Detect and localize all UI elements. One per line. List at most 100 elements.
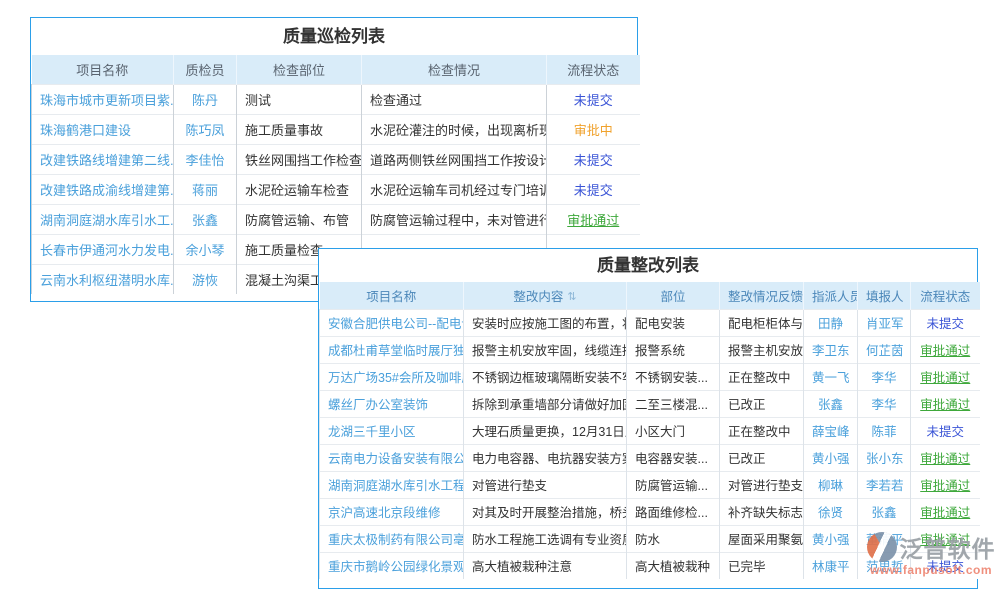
project-link[interactable]: 长春市伊通河水力发电... [32, 234, 174, 264]
project-link[interactable]: 珠海鹤港口建设 [32, 114, 174, 144]
feedback-cell: 正在整改中 [720, 417, 804, 444]
reporter-name[interactable]: 肖亚军 [858, 309, 911, 336]
status-badge[interactable]: 未提交 [911, 417, 980, 444]
assignee-name[interactable]: 李卫东 [804, 336, 858, 363]
column-header: 流程状态 [911, 282, 980, 309]
part-cell: 防腐管运输... [627, 471, 720, 498]
status-badge[interactable]: 未提交 [547, 144, 640, 174]
project-link[interactable]: 万达广场35#会所及咖啡厅空... [320, 363, 464, 390]
assignee-name[interactable]: 黄小强 [804, 444, 858, 471]
table-row: 安徽合肥供电公司--配电设备...安装时应按施工图的布置，将...配电安装配电柜… [320, 309, 980, 336]
reporter-name[interactable]: 李若若 [858, 471, 911, 498]
content-cell: 拆除到承重墙部分请做好加固... [464, 390, 627, 417]
part-cell: 防水 [627, 525, 720, 552]
table-row: 京沪高速北京段维修对其及时开展整治措施，桥头...路面维修检...补齐缺失标志.… [320, 498, 980, 525]
part-cell: 高大植被栽种 [627, 552, 720, 579]
project-link[interactable]: 湖南洞庭湖水库引水工... [32, 204, 174, 234]
project-link[interactable]: 京沪高速北京段维修 [320, 498, 464, 525]
inspector-name[interactable]: 余小琴 [174, 234, 237, 264]
project-link[interactable]: 重庆太极制药有限公司亳州中... [320, 525, 464, 552]
inspection-table-title: 质量巡检列表 [31, 18, 637, 55]
feedback-cell: 报警主机安放... [720, 336, 804, 363]
status-badge[interactable]: 审批通过 [911, 498, 980, 525]
inspector-name[interactable]: 李佳怡 [174, 144, 237, 174]
status-badge[interactable]: 未提交 [547, 84, 640, 114]
column-header: 质检员 [174, 55, 237, 84]
part-cell: 铁丝网围挡工作检查 [237, 144, 362, 174]
reporter-name[interactable]: 张小东 [858, 444, 911, 471]
part-cell: 小区大门 [627, 417, 720, 444]
part-cell: 施工质量事故 [237, 114, 362, 144]
assignee-name[interactable]: 柳琳 [804, 471, 858, 498]
assignee-name[interactable]: 林康平 [804, 552, 858, 579]
assignee-name[interactable]: 黄一飞 [804, 363, 858, 390]
rectify-table-title: 质量整改列表 [319, 249, 977, 282]
inspector-name[interactable]: 陈巧凤 [174, 114, 237, 144]
reporter-name[interactable]: 董清平 [858, 525, 911, 552]
project-link[interactable]: 湖南洞庭湖水库引水工程施工标 [320, 471, 464, 498]
assignee-name[interactable]: 田静 [804, 309, 858, 336]
part-cell: 电容器安装... [627, 444, 720, 471]
feedback-cell: 已改正 [720, 444, 804, 471]
column-header-label: 检查情况 [428, 63, 480, 78]
status-badge[interactable]: 未提交 [911, 309, 980, 336]
inspector-name[interactable]: 陈丹 [174, 84, 237, 114]
project-link[interactable]: 改建铁路成渝线增建第... [32, 174, 174, 204]
status-badge[interactable]: 审批通过 [911, 390, 980, 417]
project-link[interactable]: 云南电力设备安装有限公司20... [320, 444, 464, 471]
status-badge[interactable]: 审批中 [547, 114, 640, 144]
column-header: 整改情况反馈 [720, 282, 804, 309]
project-link[interactable]: 云南水利枢纽潜明水库... [32, 264, 174, 294]
column-header-label: 检查部位 [273, 63, 325, 78]
content-cell: 报警主机安放牢固，线缆连接... [464, 336, 627, 363]
table-row: 龙湖三千里小区大理石质量更换，12月31日之...小区大门正在整改中薛宝峰陈菲未… [320, 417, 980, 444]
reporter-name[interactable]: 李华 [858, 390, 911, 417]
status-badge[interactable]: 审批通过 [911, 363, 980, 390]
part-cell: 报警系统 [627, 336, 720, 363]
project-link[interactable]: 安徽合肥供电公司--配电设备... [320, 309, 464, 336]
reporter-name[interactable]: 陈菲 [858, 417, 911, 444]
situation-cell: 水泥砼灌注的时候，出现离析现象 [362, 114, 547, 144]
assignee-name[interactable]: 黄小强 [804, 525, 858, 552]
reporter-name[interactable]: 范思哲 [858, 552, 911, 579]
column-header-label: 项目名称 [76, 63, 128, 78]
inspector-name[interactable]: 张鑫 [174, 204, 237, 234]
status-badge[interactable]: 审批通过 [911, 336, 980, 363]
status-badge[interactable]: 审批通过 [547, 204, 640, 234]
column-header[interactable]: 整改内容⇅ [464, 282, 627, 309]
feedback-cell: 已改正 [720, 390, 804, 417]
project-link[interactable]: 珠海市城市更新项目紫... [32, 84, 174, 114]
sort-icon[interactable]: ⇅ [567, 291, 576, 303]
assignee-name[interactable]: 徐贤 [804, 498, 858, 525]
table-row: 湖南洞庭湖水库引水工程施工标对管进行垫支防腐管运输...对管进行垫支柳琳李若若审… [320, 471, 980, 498]
project-link[interactable]: 龙湖三千里小区 [320, 417, 464, 444]
feedback-cell: 已完毕 [720, 552, 804, 579]
status-badge[interactable]: 审批通过 [911, 444, 980, 471]
table-row: 重庆市鹅岭公园绿化景观提升...高大植被栽种注意高大植被栽种已完毕林康平范思哲未… [320, 552, 980, 579]
inspector-name[interactable]: 游恢 [174, 264, 237, 294]
feedback-cell: 屋面采用聚氨... [720, 525, 804, 552]
reporter-name[interactable]: 李华 [858, 363, 911, 390]
table-row: 重庆太极制药有限公司亳州中...防水工程施工选调有专业资质...防水屋面采用聚氨… [320, 525, 980, 552]
content-cell: 电力电容器、电抗器安装方案,... [464, 444, 627, 471]
feedback-cell: 对管进行垫支 [720, 471, 804, 498]
project-link[interactable]: 螺丝厂办公室装饰 [320, 390, 464, 417]
project-link[interactable]: 改建铁路线增建第二线... [32, 144, 174, 174]
project-link[interactable]: 成都杜甫草堂临时展厅独立展... [320, 336, 464, 363]
assignee-name[interactable]: 张鑫 [804, 390, 858, 417]
reporter-name[interactable]: 何芷茵 [858, 336, 911, 363]
table-row: 珠海鹤港口建设陈巧凤施工质量事故水泥砼灌注的时候，出现离析现象审批中 [32, 114, 640, 144]
inspector-name[interactable]: 蒋丽 [174, 174, 237, 204]
content-cell: 安装时应按施工图的布置，将... [464, 309, 627, 336]
column-header: 项目名称 [320, 282, 464, 309]
rectify-table: 项目名称整改内容⇅部位整改情况反馈指派人员填报人流程状态 安徽合肥供电公司--配… [319, 282, 980, 579]
status-badge[interactable]: 审批通过 [911, 471, 980, 498]
table-row: 云南电力设备安装有限公司20...电力电容器、电抗器安装方案,...电容器安装.… [320, 444, 980, 471]
status-badge[interactable]: 审批通过 [911, 525, 980, 552]
status-badge[interactable]: 未提交 [547, 174, 640, 204]
reporter-name[interactable]: 张鑫 [858, 498, 911, 525]
status-badge[interactable]: 未提交 [911, 552, 980, 579]
table-row: 改建铁路线增建第二线...李佳怡铁丝网围挡工作检查道路两侧铁丝网围挡工作按设计.… [32, 144, 640, 174]
assignee-name[interactable]: 薛宝峰 [804, 417, 858, 444]
project-link[interactable]: 重庆市鹅岭公园绿化景观提升... [320, 552, 464, 579]
